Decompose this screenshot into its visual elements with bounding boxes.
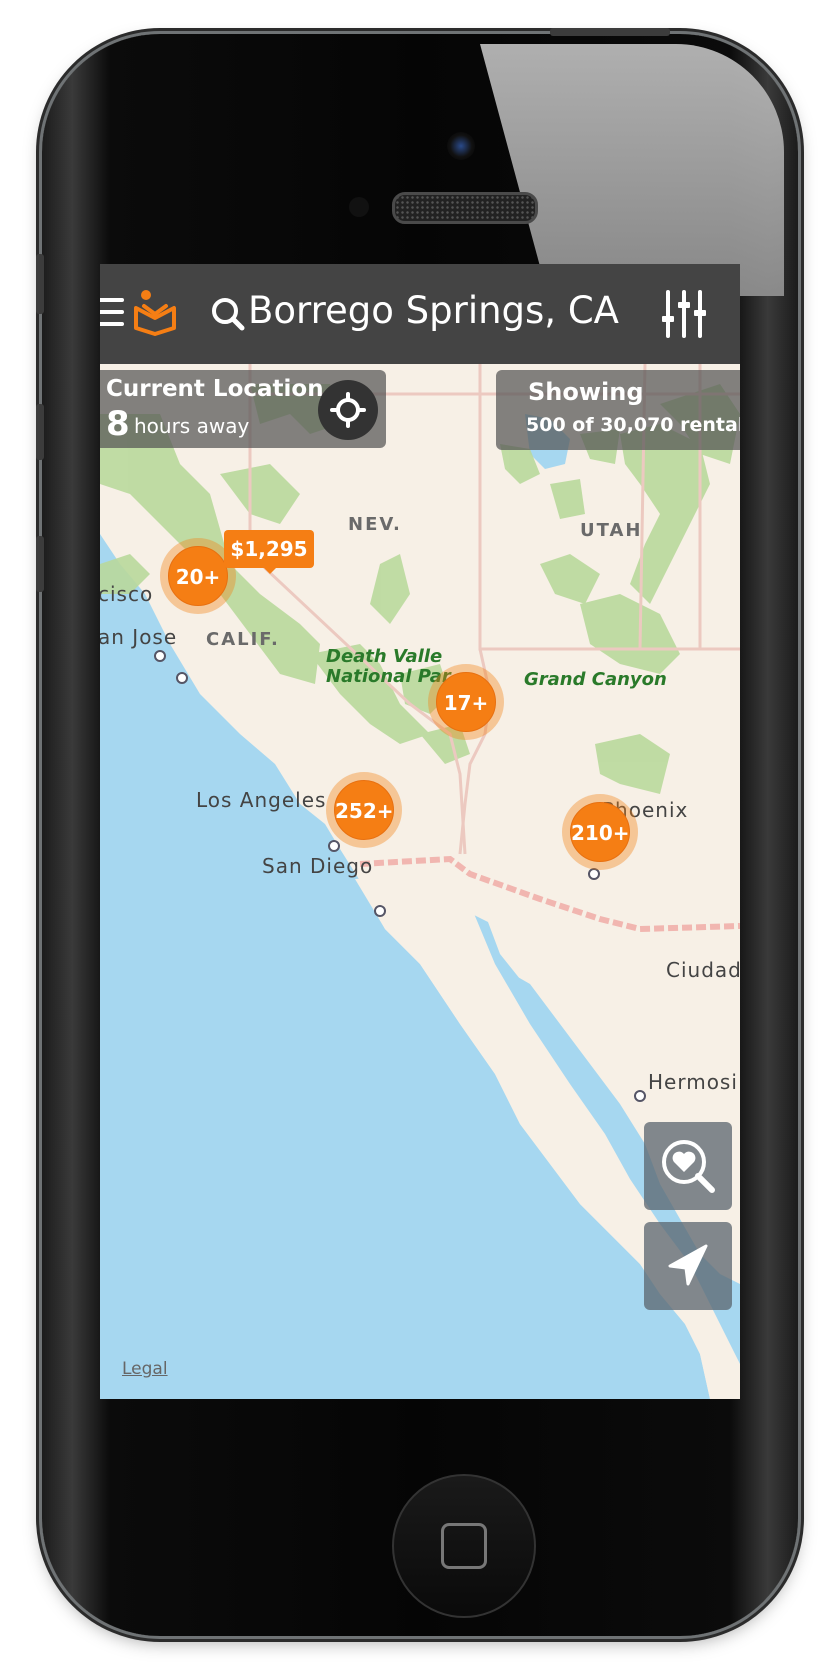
price-marker[interactable]: $1,295 [224, 530, 314, 574]
city-dot-san-francisco [154, 650, 166, 662]
city-dot-los-angeles [328, 840, 340, 852]
current-location-title: Current Location [106, 376, 324, 402]
home-button[interactable] [392, 1474, 536, 1618]
front-camera [447, 132, 475, 160]
rental-cluster[interactable]: 17+ [428, 664, 504, 740]
city-dot-hermosillo [634, 1090, 646, 1102]
cluster-count: 210+ [570, 802, 630, 862]
map-label-san-jose: an Jose [100, 625, 178, 649]
cluster-count: 252+ [334, 780, 394, 840]
glass-glare [480, 44, 784, 296]
showing-panel: Showing 500 of 30,070 rentals [496, 370, 740, 450]
filter-sliders-icon[interactable] [662, 290, 706, 338]
search-input[interactable]: Borrego Springs, CA [248, 289, 619, 332]
map-label-utah: UTAH [580, 520, 643, 541]
heart-search-icon [662, 1140, 715, 1193]
navigate-button[interactable] [644, 1222, 732, 1310]
mute-switch[interactable] [36, 254, 44, 314]
map-label-california: CALIF. [206, 629, 280, 650]
showing-title: Showing [528, 378, 644, 406]
map-label-san-diego: San Diego [262, 854, 374, 878]
current-location-unit: hours away [134, 414, 250, 438]
menu-icon[interactable] [100, 292, 126, 332]
navigation-arrow-icon [668, 1244, 708, 1286]
volume-up-button[interactable] [36, 404, 44, 460]
locate-me-button[interactable] [318, 380, 378, 440]
proximity-sensor [349, 197, 369, 217]
city-dot-san-diego [374, 905, 386, 917]
saved-search-button[interactable] [644, 1122, 732, 1210]
current-location-hours: 8 [106, 404, 130, 444]
rental-cluster[interactable]: 252+ [326, 772, 402, 848]
rental-count: 500 of 30,070 rentals [526, 414, 740, 436]
map-label-ciudad: Ciudad [666, 958, 740, 982]
earpiece-speaker [392, 192, 538, 224]
map-label-los-angeles: Los Angeles [196, 788, 327, 812]
map-label-nevada: NEV. [348, 514, 402, 535]
volume-down-button[interactable] [36, 536, 44, 592]
map-label-hermosillo: Hermosi [648, 1070, 738, 1094]
cluster-count: 20+ [168, 546, 228, 606]
current-location-panel: Current Location 8 hours away [100, 370, 386, 448]
rental-cluster[interactable]: 210+ [562, 794, 638, 870]
city-dot-san-jose [176, 672, 188, 684]
logo-icon[interactable] [132, 288, 178, 336]
map-label-grand-canyon: Grand Canyon [524, 669, 667, 690]
search-toolbar: Borrego Springs, CA [100, 264, 740, 364]
app-screen: NEV. UTAH CALIF. cisco an Jose Death Val… [100, 264, 740, 1399]
map-label-death-valley: Death Valle National Par [326, 646, 451, 687]
search-icon [212, 298, 245, 331]
map-label-san-francisco: cisco [100, 582, 154, 606]
legal-link[interactable]: Legal [122, 1359, 168, 1379]
crosshair-icon [330, 392, 366, 428]
power-button[interactable] [550, 28, 670, 36]
cluster-count: 17+ [436, 672, 496, 732]
home-square-icon [441, 1523, 487, 1569]
